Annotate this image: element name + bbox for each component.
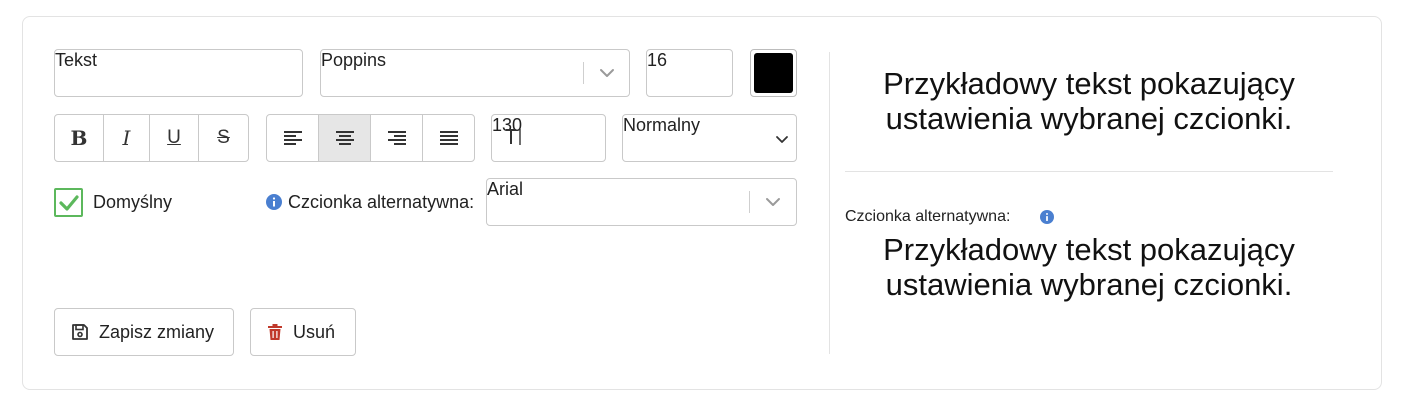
chevron-down-icon <box>776 136 788 143</box>
chevron-down-icon[interactable] <box>763 192 783 212</box>
line-height-icon <box>506 129 521 145</box>
preview-line-2: ustawienia wybranej czcionki. <box>885 101 1293 136</box>
select-separator <box>583 62 584 84</box>
italic-button[interactable]: I <box>104 115 150 161</box>
text-input-value: Tekst <box>55 50 98 70</box>
default-checkbox[interactable] <box>54 188 83 217</box>
font-size-input[interactable]: 16 <box>646 49 733 97</box>
strikethrough-button[interactable]: S <box>199 115 248 161</box>
preview-divider <box>845 171 1333 172</box>
italic-label: I <box>122 126 131 150</box>
preview-line-1: Przykładowy tekst pokazujący <box>883 66 1295 101</box>
align-justify-button[interactable] <box>423 115 474 161</box>
trash-icon <box>268 324 282 340</box>
align-right-button[interactable] <box>371 115 423 161</box>
fallback-font-label: Czcionka alternatywna: <box>288 192 475 212</box>
line-height-input[interactable]: 130 <box>491 114 606 162</box>
fallback-preview-text: Przykładowy tekst pokazujący ustawienia … <box>845 232 1333 302</box>
fallback-preview-caption: Czcionka alternatywna: <box>845 208 1011 225</box>
color-picker[interactable] <box>750 49 797 97</box>
underline-button[interactable]: U <box>150 115 199 161</box>
bold-button[interactable]: B <box>55 115 104 161</box>
vertical-divider <box>829 52 830 354</box>
delete-button[interactable]: Usuń <box>250 308 356 356</box>
align-justify-icon <box>439 131 458 145</box>
font-weight-select[interactable]: Normalny <box>622 114 797 162</box>
color-swatch <box>754 53 793 93</box>
text-style-group: B I U S <box>54 114 249 162</box>
underline-label: U <box>167 127 181 148</box>
align-center-button[interactable] <box>319 115 371 161</box>
fallback-preview-line-2: ustawienia wybranej czcionki. <box>885 267 1293 302</box>
align-left-icon <box>283 131 302 145</box>
font-family-select[interactable]: Poppins <box>320 49 630 97</box>
fallback-preview-line-1: Przykładowy tekst pokazujący <box>883 232 1295 267</box>
font-weight-value: Normalny <box>623 115 701 135</box>
align-right-icon <box>387 131 406 145</box>
preview-text: Przykładowy tekst pokazujący ustawienia … <box>845 66 1333 136</box>
fallback-font-select[interactable]: Arial <box>486 178 797 226</box>
default-checkbox-label: Domyślny <box>93 192 173 212</box>
info-icon[interactable] <box>1040 210 1054 224</box>
save-icon <box>72 324 88 340</box>
save-button[interactable]: Zapisz zmiany <box>54 308 234 356</box>
info-icon[interactable] <box>266 194 282 210</box>
font-family-value: Poppins <box>321 50 387 70</box>
align-left-button[interactable] <box>267 115 319 161</box>
chevron-down-icon[interactable] <box>597 63 617 83</box>
save-button-label: Zapisz zmiany <box>99 321 215 342</box>
checkmark-icon <box>59 195 79 211</box>
fallback-font-value: Arial <box>487 179 524 199</box>
text-input[interactable]: Tekst <box>54 49 303 97</box>
bold-label: B <box>70 126 88 150</box>
select-separator <box>749 191 750 213</box>
alignment-group <box>266 114 475 162</box>
align-center-icon <box>335 131 354 145</box>
strikethrough-label: S <box>217 127 230 148</box>
font-size-value: 16 <box>647 50 668 70</box>
delete-button-label: Usuń <box>293 321 336 342</box>
